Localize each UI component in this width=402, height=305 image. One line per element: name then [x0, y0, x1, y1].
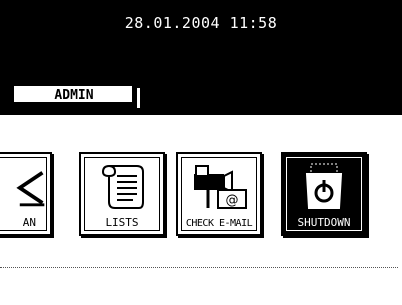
check-email-button-label: CHECK E-MAIL	[185, 218, 253, 229]
check-email-button[interactable]: @ CHECK E-MAIL	[176, 152, 262, 236]
lists-button-label: LISTS	[105, 216, 139, 229]
scan-button[interactable]: AN	[0, 152, 52, 236]
svg-text:@: @	[226, 193, 239, 208]
shutdown-button-label: SHUTDOWN	[297, 216, 351, 229]
tab-admin[interactable]: ADMIN	[12, 84, 140, 108]
dotted-divider	[0, 267, 398, 268]
lists-button[interactable]: LISTS	[79, 152, 165, 236]
shutdown-icon	[283, 160, 365, 210]
shutdown-button[interactable]: SHUTDOWN	[281, 152, 367, 236]
tab-bar-underline	[0, 108, 402, 115]
scan-button-label: AN	[22, 216, 36, 229]
tab-admin-label: ADMIN	[54, 87, 94, 103]
lists-icon	[81, 160, 163, 210]
check-email-icon: @	[178, 160, 260, 210]
scan-icon	[0, 160, 50, 210]
date-time-display: 28.01.2004 11:58	[124, 14, 278, 32]
top-status-bar: 28.01.2004 11:58 ADMIN	[0, 0, 402, 115]
